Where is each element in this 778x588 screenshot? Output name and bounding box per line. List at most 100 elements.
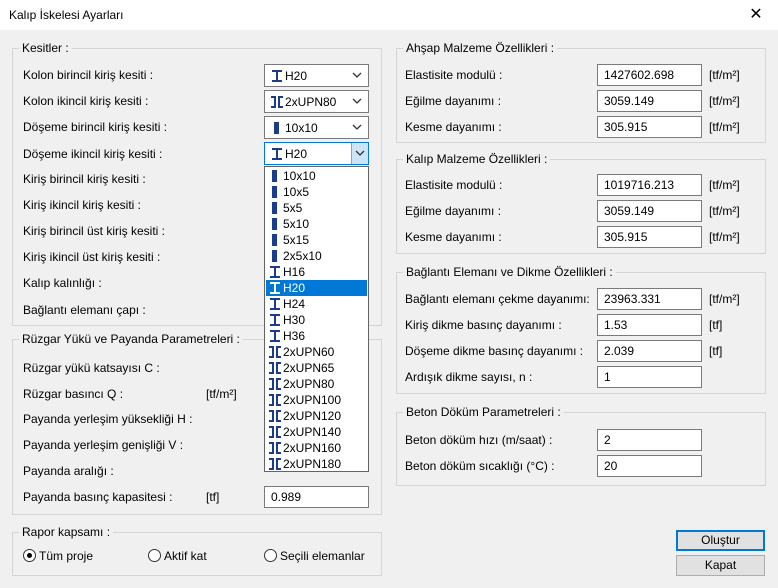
kolon-birincil-combo[interactable]: H20: [264, 64, 369, 87]
dropdown-item-label: 2xUPN60: [283, 345, 335, 359]
i-beam-icon: [269, 314, 281, 326]
payanda-yukseklik-label: Payanda yerleşim yüksekliği H :: [23, 412, 193, 426]
dropdown-item-label: 2xUPN100: [283, 393, 342, 407]
i-beam-icon: [269, 330, 281, 342]
kiris-dikme-label: Kiriş dikme basınç dayanımı :: [405, 318, 562, 332]
dropdown-item-label: 2xUPN80: [283, 377, 335, 391]
dropdown-item[interactable]: 5x10: [266, 216, 367, 232]
doseme-dikme-unit: [tf]: [709, 344, 723, 358]
timber-section-icon: [269, 218, 281, 230]
ahsap-egilme-input[interactable]: 3059.149: [597, 90, 702, 112]
kiris-dikme-unit: [tf]: [709, 318, 723, 332]
dropdown-item[interactable]: 10x10: [266, 168, 367, 184]
dropdown-item[interactable]: 2xUPN60: [266, 344, 367, 360]
payanda-genislik-label: Payanda yerleşim genişliği V :: [23, 438, 184, 452]
dropdown-item[interactable]: 2xUPN100: [266, 392, 367, 408]
dropdown-item[interactable]: 10x5: [266, 184, 367, 200]
radio-tum-proje-label[interactable]: Tüm proje: [39, 549, 93, 563]
dropdown-item-label: 2xUPN180: [283, 457, 342, 471]
doseme-dikme-label: Döşeme dikme basınç dayanımı :: [405, 344, 584, 358]
dropdown-item[interactable]: H16: [266, 264, 367, 280]
dropdown-item[interactable]: 2xUPN65: [266, 360, 367, 376]
kolon-ikincil-label: Kolon ikincil kiriş kesiti :: [23, 94, 149, 108]
kalip-kesme-input[interactable]: 305.915: [597, 226, 702, 248]
dropdown-item[interactable]: 5x15: [266, 232, 367, 248]
kalip-elastisite-label: Elastisite modulü :: [405, 178, 503, 192]
dropdown-item[interactable]: H30: [266, 312, 367, 328]
doseme-ikincil-combo[interactable]: H20: [264, 142, 369, 165]
ahsap-kesme-input[interactable]: 305.915: [597, 116, 702, 138]
dropdown-item[interactable]: 2xUPN180: [266, 456, 367, 472]
ahsap-kesme-unit: [tf/m²]: [709, 120, 740, 134]
dropdown-item-label: H30: [283, 313, 306, 327]
double-channel-icon: [269, 442, 281, 454]
doseme-ikincil-label: Döşeme ikincil kiriş kesiti :: [23, 147, 163, 161]
radio-aktif-kat[interactable]: [148, 549, 161, 562]
chevron-down-icon: [352, 69, 362, 81]
ruzgar-title: Rüzgar Yükü ve Payanda Parametreleri :: [19, 332, 243, 346]
kalip-elastisite-unit: [tf/m²]: [709, 178, 740, 192]
doseme-dikme-input[interactable]: 2.039: [597, 340, 702, 362]
dropdown-item[interactable]: 5x5: [266, 200, 367, 216]
kolon-birincil-label: Kolon birincil kiriş kesiti :: [23, 68, 154, 82]
combo-value: 2xUPN80: [285, 95, 337, 109]
kalip-elastisite-input[interactable]: 1019716.213: [597, 174, 702, 196]
dropdown-item-label: H20: [283, 281, 306, 295]
timber-section-icon: [269, 234, 281, 246]
doseme-birincil-combo[interactable]: 10x10: [264, 116, 369, 139]
chevron-down-icon: [355, 147, 365, 159]
ahsap-elastisite-unit: [tf/m²]: [709, 68, 740, 82]
ahsap-elastisite-input[interactable]: 1427602.698: [597, 64, 702, 86]
ardisik-dikme-input[interactable]: 1: [597, 366, 702, 388]
dropdown-item[interactable]: 2xUPN80: [266, 376, 367, 392]
double-channel-icon: [271, 96, 283, 108]
combo-value: H20: [285, 147, 308, 161]
title-bar: Kalıp İskelesi Ayarları ✕: [0, 0, 778, 30]
beton-hiz-input[interactable]: 2: [597, 429, 702, 451]
dropdown-item[interactable]: 2xUPN120: [266, 408, 367, 424]
timber-section-icon: [269, 170, 281, 182]
timber-section-icon: [269, 250, 281, 262]
beton-sicaklik-input[interactable]: 20: [597, 455, 702, 477]
olustur-button[interactable]: Oluştur: [676, 530, 765, 551]
dropdown-item-label: 2x5x10: [283, 249, 322, 263]
radio-secili-elemanlar-label[interactable]: Seçili elemanlar: [280, 549, 365, 563]
dropdown-item-label: 10x10: [283, 169, 316, 183]
dropdown-item[interactable]: H24: [266, 296, 367, 312]
dropdown-item[interactable]: 2xUPN140: [266, 424, 367, 440]
kiris-birincil-label: Kiriş birincil kiriş kesiti :: [23, 172, 146, 186]
kiris-dikme-input[interactable]: 1.53: [597, 314, 702, 336]
chevron-down-icon: [352, 95, 362, 107]
radio-tum-proje[interactable]: [23, 549, 36, 562]
dropdown-item[interactable]: 2x5x10: [266, 248, 367, 264]
kesitler-title: Kesitler :: [19, 41, 72, 55]
combo-value: H20: [285, 69, 308, 83]
dropdown-item-label: 5x10: [283, 217, 310, 231]
timber-section-icon: [271, 122, 283, 134]
radio-secili-elemanlar[interactable]: [264, 549, 277, 562]
baglanti-title: Bağlantı Elemanı ve Dikme Özellikleri :: [403, 265, 616, 279]
section-dropdown-list[interactable]: 10x10 10x5 5x5 5x10 5x15 2x5x10 H16 H20 H24 H30 H3…: [264, 166, 369, 472]
window-title: Kalıp İskelesi Ayarları: [9, 8, 124, 22]
kalip-title: Kalıp Malzeme Özellikleri :: [403, 152, 551, 166]
timber-section-icon: [269, 186, 281, 198]
close-icon[interactable]: ✕: [744, 4, 768, 26]
dropdown-item-label: H16: [283, 265, 306, 279]
kolon-ikincil-combo[interactable]: 2xUPN80: [264, 90, 369, 113]
baglanti-cekme-input[interactable]: 23963.331: [597, 288, 702, 310]
payanda-kapasite-input[interactable]: 0.989: [264, 486, 369, 508]
i-beam-icon: [271, 70, 283, 82]
kalip-kalinligi-label: Kalıp kalınlığı :: [23, 276, 102, 290]
baglanti-cekme-unit: [tf/m²]: [709, 292, 740, 306]
dropdown-item[interactable]: 2xUPN160: [266, 440, 367, 456]
radio-aktif-kat-label[interactable]: Aktif kat: [164, 549, 207, 563]
kalip-egilme-input[interactable]: 3059.149: [597, 200, 702, 222]
rapor-title: Rapor kapsamı :: [19, 525, 114, 539]
kapat-button[interactable]: Kapat: [676, 555, 765, 576]
baglanti-capi-label: Bağlantı elemanı çapı :: [23, 303, 146, 317]
timber-section-icon: [269, 202, 281, 214]
dropdown-item[interactable]: H36: [266, 328, 367, 344]
dropdown-item[interactable]: H20: [266, 280, 367, 296]
double-channel-icon: [269, 394, 281, 406]
i-beam-icon: [269, 266, 281, 278]
